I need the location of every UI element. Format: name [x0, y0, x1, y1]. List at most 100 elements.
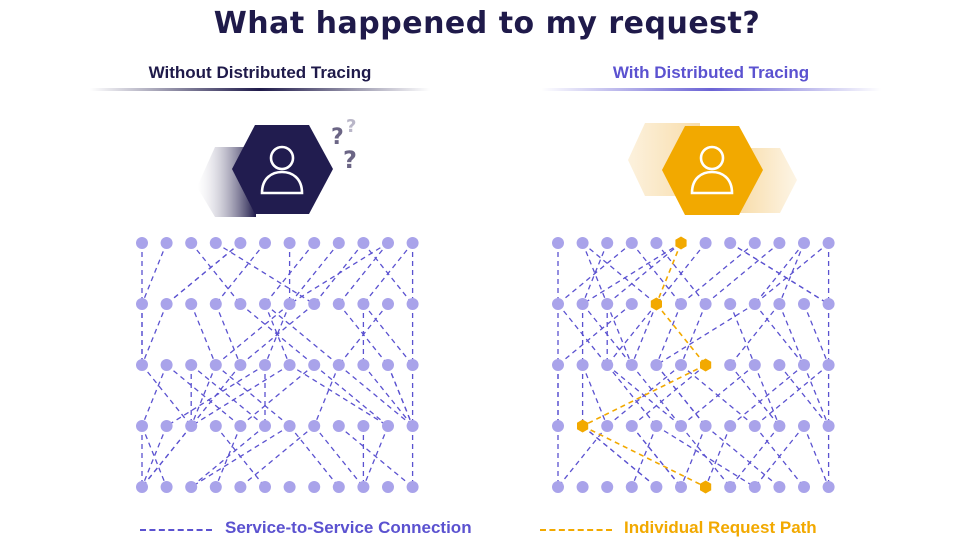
service-node: [798, 359, 810, 371]
service-node: [650, 237, 663, 249]
service-node: [185, 359, 198, 371]
service-node: [160, 420, 173, 432]
service-node: [308, 359, 321, 371]
service-connection-line: [141, 364, 168, 427]
service-node: [136, 298, 148, 310]
service-node: [625, 359, 638, 371]
service-node: [625, 481, 638, 493]
service-node: [773, 481, 786, 493]
service-connection-line: [680, 425, 707, 488]
service-node: [773, 359, 786, 371]
service-connection-line: [582, 242, 682, 305]
service-node: [822, 298, 835, 310]
service-connection-line: [141, 303, 168, 366]
service-connection-line: [362, 303, 414, 366]
service-connection-line: [190, 425, 290, 488]
service-node: [332, 420, 345, 432]
service-connection-line: [582, 242, 657, 305]
connection-lines: [141, 242, 414, 488]
service-connection-line: [606, 303, 657, 366]
question-icon: ? ? ?: [331, 116, 357, 174]
service-node: [552, 481, 564, 493]
service-connection-line: [166, 364, 266, 427]
service-node: [259, 481, 271, 493]
service-node: [283, 237, 296, 249]
service-node: [724, 420, 737, 432]
service-node: [136, 237, 148, 249]
service-connection-line: [606, 242, 682, 305]
service-connection-line: [655, 303, 682, 366]
request-path-legend-line: [540, 529, 612, 531]
service-node: [308, 298, 321, 310]
service-node: [748, 420, 761, 432]
service-node: [234, 237, 247, 249]
service-node: [822, 481, 835, 493]
service-node: [209, 359, 222, 371]
request-path-line: [655, 303, 707, 366]
request-node: [700, 480, 712, 494]
service-connection-line: [754, 364, 830, 427]
service-connection-line: [656, 303, 756, 366]
service-connection-line: [190, 364, 266, 427]
service-connection-line: [338, 242, 389, 305]
service-connection-line: [729, 364, 805, 427]
service-connection-legend-line: [140, 529, 212, 531]
service-connection-line: [557, 242, 633, 305]
service-connection-line: [289, 364, 389, 427]
service-connection-line: [166, 242, 241, 305]
service-node: [576, 359, 589, 371]
service-connection-line: [680, 303, 707, 366]
service-node: [357, 298, 370, 310]
service-node: [382, 420, 394, 432]
service-connection-line: [362, 364, 414, 427]
service-node: [675, 420, 687, 432]
service-node: [382, 481, 394, 493]
service-connection-line: [190, 425, 266, 488]
service-node: [576, 237, 589, 249]
service-node: [283, 298, 296, 310]
service-node: [773, 237, 786, 249]
service-node: [699, 298, 712, 310]
service-connection-line: [215, 303, 242, 366]
service-connection-line: [289, 425, 340, 488]
service-node: [675, 359, 687, 371]
service-connection-line: [582, 425, 657, 488]
service-connection-line: [289, 242, 389, 305]
service-connection-line: [557, 303, 633, 366]
request-node: [577, 419, 589, 433]
service-node: [283, 481, 296, 493]
service-node: [601, 237, 614, 249]
service-node: [699, 420, 712, 432]
service-node: [332, 298, 345, 310]
service-node: [283, 420, 296, 432]
service-node: [259, 359, 271, 371]
service-node: [332, 237, 345, 249]
service-node: [675, 298, 687, 310]
service-node: [234, 420, 247, 432]
service-connection-line: [289, 242, 340, 305]
service-node: [382, 359, 394, 371]
service-node: [209, 298, 222, 310]
service-connection-line: [803, 303, 830, 366]
service-connection-line: [655, 364, 707, 427]
request-path: [582, 242, 707, 488]
service-connection-line: [631, 425, 658, 488]
service-node: [773, 420, 786, 432]
service-node: [160, 298, 173, 310]
service-node: [576, 481, 589, 493]
service-node: [382, 237, 394, 249]
service-node: [601, 298, 614, 310]
service-connection-line: [631, 425, 682, 488]
service-connection-line: [803, 425, 830, 488]
service-connection-line: [631, 364, 707, 427]
service-node: [724, 298, 737, 310]
left-user-hexagon: [197, 125, 333, 217]
service-node: [625, 420, 638, 432]
service-connection-line: [141, 425, 192, 488]
service-node: [773, 298, 786, 310]
service-connection-line: [239, 425, 315, 488]
service-connection-line: [141, 242, 168, 305]
service-connection-line: [754, 303, 805, 366]
service-connection-line: [338, 425, 414, 488]
svg-text:?: ?: [343, 146, 357, 174]
